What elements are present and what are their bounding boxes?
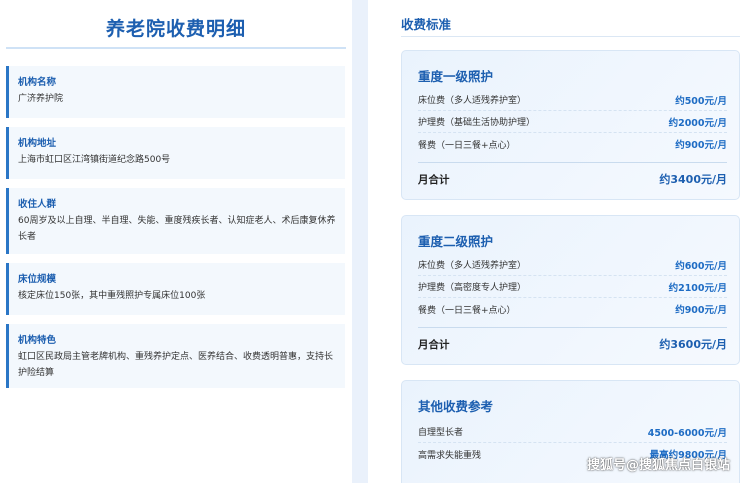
info-value: 60周岁及以上自理、半自理、失能、重度残疾长者、认知症老人、术后康复休养长者 bbox=[18, 216, 336, 242]
fee-row: 床位费（多人适残养护室） 约600元/月 bbox=[418, 254, 727, 276]
info-label: 床位规模 bbox=[18, 274, 57, 285]
total-divider bbox=[418, 162, 727, 163]
fee-item-name: 床位费（多人适残养护室） bbox=[418, 261, 527, 271]
fee-card-title: 重度一级照护 bbox=[418, 69, 494, 84]
fee-item-price: 约2100元/月 bbox=[668, 282, 727, 294]
fee-item-price: 约2000元/月 bbox=[668, 117, 727, 129]
info-value: 上海市虹口区江湾镇街道纪念路500号 bbox=[18, 155, 171, 165]
info-card-bed-scale: 床位规模 核定床位150张，其中重残照护专属床位100张 bbox=[6, 263, 345, 315]
fee-item-price: 4500-6000元/月 bbox=[647, 427, 727, 439]
info-value: 虹口区民政局主管老牌机构、重残养护定点、医养结合、收费透明普惠，支持长护险结算 bbox=[18, 352, 334, 378]
info-card-name: 机构名称 广济养护院 bbox=[6, 66, 345, 118]
fee-item-name: 自理型长者 bbox=[418, 428, 464, 438]
info-card-features: 机构特色 虹口区民政局主管老牌机构、重残养护定点、医养结合、收费透明普惠，支持长… bbox=[6, 324, 345, 388]
fee-row: 餐费（一日三餐+点心） 约900元/月 bbox=[418, 133, 727, 155]
fee-standard-panel: 收费标准 重度一级照护 床位费（多人适残养护室） 约500元/月 护理费（基础生… bbox=[368, 0, 740, 483]
info-card-address: 机构地址 上海市虹口区江湾镇街道纪念路500号 bbox=[6, 127, 345, 179]
fee-item-name: 护理费（基础生活协助护理） bbox=[418, 118, 536, 128]
fee-row: 自理型长者 4500-6000元/月 bbox=[418, 421, 727, 443]
fee-total-row: 月合计 约3400元/月 bbox=[418, 168, 727, 190]
fee-card-title: 重度二级照护 bbox=[418, 234, 494, 249]
fee-item-name: 餐费（一日三餐+点心） bbox=[418, 140, 516, 151]
fee-item-name: 床位费（多人适残养护室） bbox=[418, 96, 527, 106]
fee-card-level-1: 重度一级照护 床位费（多人适残养护室） 约500元/月 护理费（基础生活协助护理… bbox=[401, 50, 740, 200]
fee-row: 餐费（一日三餐+点心） 约900元/月 bbox=[418, 298, 727, 320]
info-label: 收住人群 bbox=[18, 199, 57, 210]
fee-row: 床位费（多人适残养护室） 约500元/月 bbox=[418, 89, 727, 111]
fee-row: 护理费（基础生活协助护理） 约2000元/月 bbox=[418, 111, 727, 133]
watermark: 搜狐号@搜狐焦点白银站 bbox=[586, 458, 730, 473]
fee-item-price: 约900元/月 bbox=[675, 140, 727, 151]
info-card-target-group: 收住人群 60周岁及以上自理、半自理、失能、重度残疾长者、认知症老人、术后康复休… bbox=[6, 188, 345, 254]
title-divider bbox=[6, 47, 346, 49]
section-divider bbox=[401, 36, 740, 37]
fee-card-level-2: 重度二级照护 床位费（多人适残养护室） 约600元/月 护理费（高密度专人护理）… bbox=[401, 215, 740, 365]
total-divider bbox=[418, 327, 727, 328]
total-value: 约3400元/月 bbox=[659, 173, 727, 186]
fee-item-name: 餐费（一日三餐+点心） bbox=[418, 305, 516, 316]
info-value: 广济养护院 bbox=[18, 94, 64, 104]
fee-item-price: 约600元/月 bbox=[675, 260, 727, 272]
institution-info-panel: 养老院收费明细 机构名称 广济养护院 机构地址 上海市虹口区江湾镇街道纪念路50… bbox=[0, 0, 352, 483]
info-value: 核定床位150张，其中重残照护专属床位100张 bbox=[18, 291, 206, 301]
section-title: 收费标准 bbox=[401, 17, 452, 32]
fee-item-price: 约500元/月 bbox=[675, 95, 727, 107]
info-label: 机构特色 bbox=[18, 335, 57, 346]
total-label: 月合计 bbox=[418, 338, 450, 351]
fee-total-row: 月合计 约3600元/月 bbox=[418, 333, 727, 355]
fee-item-price: 约900元/月 bbox=[675, 305, 727, 316]
info-label: 机构地址 bbox=[18, 138, 57, 149]
total-value: 约3600元/月 bbox=[659, 338, 727, 351]
info-label: 机构名称 bbox=[18, 77, 57, 88]
page-title: 养老院收费明细 bbox=[105, 18, 246, 40]
fee-card-title: 其他收费参考 bbox=[418, 399, 494, 414]
total-label: 月合计 bbox=[418, 173, 450, 186]
fee-item-name: 护理费（高密度专人护理） bbox=[418, 283, 527, 293]
fee-row: 护理费（高密度专人护理） 约2100元/月 bbox=[418, 276, 727, 298]
fee-item-name: 高需求失能重残 bbox=[418, 450, 482, 461]
